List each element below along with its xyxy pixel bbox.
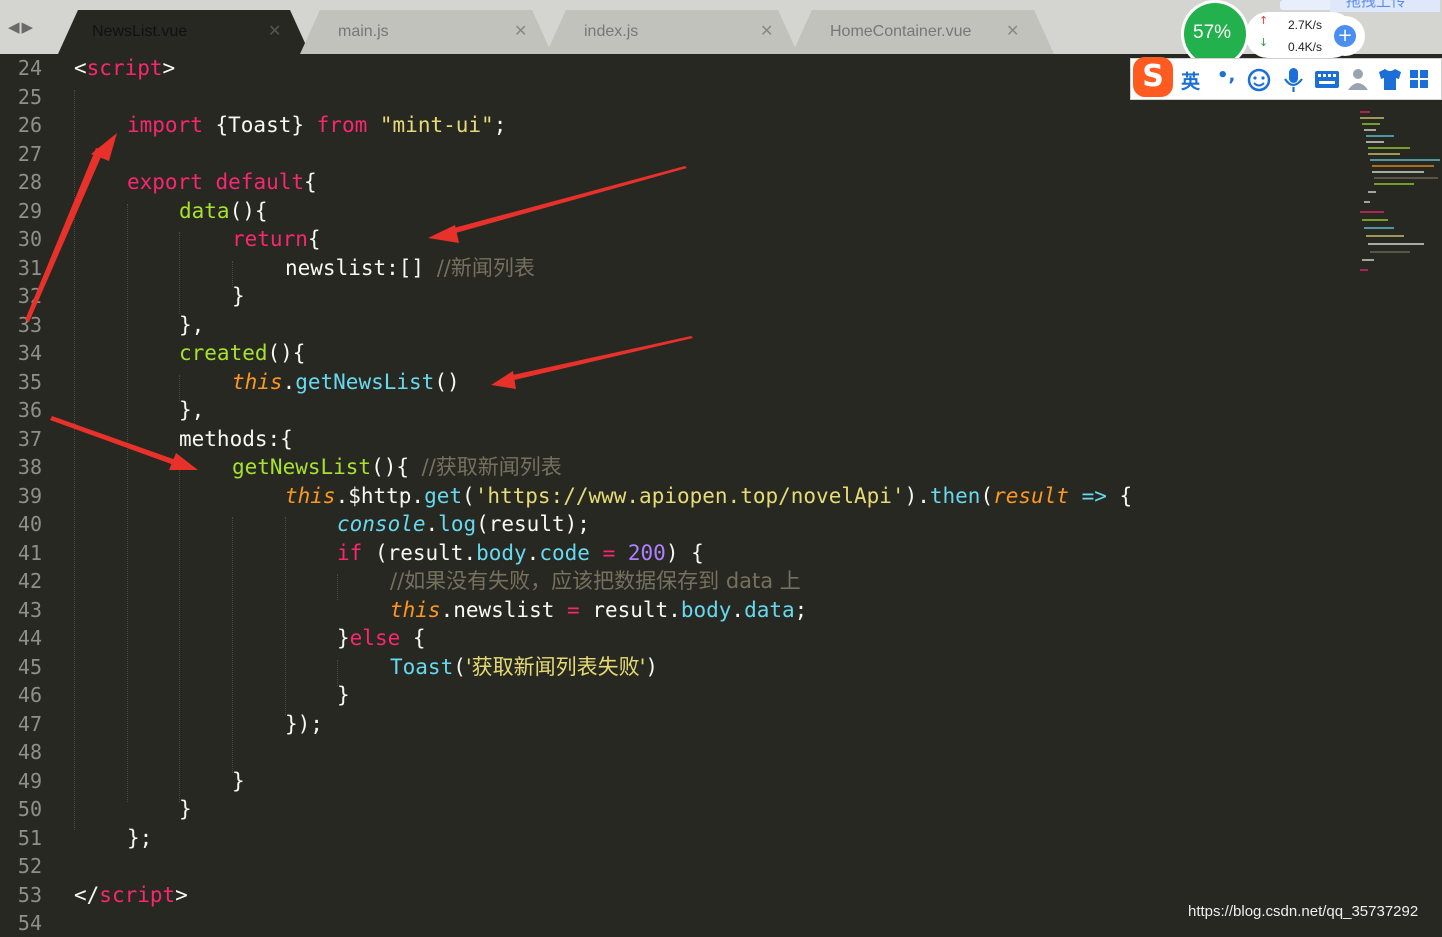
skin-shirt-icon [1379,69,1401,90]
microphone-icon [1284,68,1303,92]
download-arrow-icon: ↓ [1259,36,1269,49]
download-speed: 0.4K/s [1288,40,1323,54]
upload-arrow-icon: ↑ [1259,14,1269,27]
arrowhead [169,453,198,470]
ime-mode-toggle[interactable]: 英 [1181,67,1200,94]
annotation-arrow-created [508,336,693,381]
keyboard-icon [1315,71,1339,88]
watermark: https://blog.csdn.net/qq_35737292 [1188,903,1419,920]
user-icon [1348,69,1368,90]
monitor-percent: 57% [1193,22,1232,43]
minimap[interactable] [1354,108,1440,278]
arrowhead [491,371,516,389]
ime-tool-icons [1247,68,1428,92]
annotation-arrows [25,133,693,470]
drag-upload-label[interactable]: 拖拽上传 [1346,0,1406,11]
ime-toolbar[interactable]: S 英 •, [1130,57,1442,100]
add-button[interactable]: + [1334,25,1356,47]
emoji-icon [1247,68,1271,92]
annotation-arrow-return [450,166,687,234]
annotation-arrow-import [25,148,104,322]
punctuation-toggle[interactable]: •, [1217,65,1235,86]
sogou-logo-icon[interactable]: S [1133,57,1173,97]
arrowhead [428,225,459,243]
toolbox-grid-icon [1410,70,1428,88]
annotation-arrow-methods [50,416,176,465]
upload-speed: 2.7K/s [1288,18,1323,32]
